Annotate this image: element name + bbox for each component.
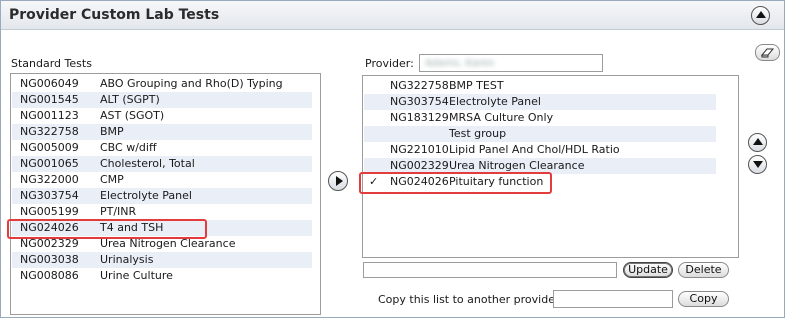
test-name: AST (SGOT): [100, 109, 165, 122]
list-item[interactable]: NG303754 Electrolyte Panel: [12, 188, 312, 204]
test-code: NG183129: [390, 111, 449, 124]
provider-field[interactable]: Adams, Karen: [419, 54, 603, 72]
list-item[interactable]: NG322758 BMP: [12, 124, 312, 140]
test-code: NG001123: [20, 109, 79, 122]
standard-tests-list[interactable]: NG006049 ABO Grouping and Rho(D) Typing …: [10, 73, 321, 315]
test-code: NG003038: [20, 253, 79, 266]
test-code: NG001065: [20, 157, 79, 170]
move-down-icon[interactable]: [748, 155, 767, 174]
test-code: NG005009: [20, 141, 79, 154]
test-code: NG221010: [390, 143, 449, 156]
delete-button[interactable]: Delete: [678, 262, 729, 278]
test-name: Cholesterol, Total: [100, 157, 195, 170]
list-item[interactable]: NG183129 MRSA Culture Only: [364, 110, 716, 126]
copy-list-label: Copy this list to another provider: [378, 293, 560, 306]
test-code: NG001545: [20, 93, 79, 106]
test-name: ABO Grouping and Rho(D) Typing: [100, 77, 283, 90]
eraser-icon[interactable]: [755, 44, 780, 61]
test-code: NG303754: [390, 95, 449, 108]
list-item[interactable]: NG001545 ALT (SGPT): [12, 92, 312, 108]
test-name: Urine Culture: [100, 269, 173, 282]
highlight-standard-t4-tsh: [7, 219, 207, 239]
test-name: Electrolyte Panel: [100, 189, 192, 202]
test-code: NG322758: [390, 79, 449, 92]
panel-title: Provider Custom Lab Tests: [9, 7, 220, 23]
test-code: NG303754: [20, 189, 79, 202]
list-item[interactable]: Test group: [364, 126, 716, 142]
collapse-up-icon[interactable]: [751, 6, 770, 25]
test-name: MRSA Culture Only: [449, 111, 554, 124]
test-name: ALT (SGPT): [100, 93, 160, 106]
test-name: Electrolyte Panel: [449, 95, 541, 108]
lab-tests-panel: Provider Custom Lab Tests Standard Tests…: [0, 0, 785, 318]
test-name: CMP: [100, 173, 124, 186]
test-name: Urinalysis: [100, 253, 154, 266]
list-item[interactable]: NG001123 AST (SGOT): [12, 108, 312, 124]
test-name: Test group: [449, 127, 507, 140]
copy-button[interactable]: Copy: [678, 291, 729, 307]
list-item[interactable]: NG006049 ABO Grouping and Rho(D) Typing: [12, 76, 312, 92]
copy-provider-input[interactable]: [553, 290, 673, 308]
list-item[interactable]: NG003038 Urinalysis: [12, 252, 312, 268]
list-item[interactable]: NG008086 Urine Culture: [12, 268, 312, 284]
test-name: BMP TEST: [449, 79, 504, 92]
standard-tests-label: Standard Tests: [11, 57, 92, 70]
list-item[interactable]: NG005009 CBC w/diff: [12, 140, 312, 156]
test-name: Lipid Panel And Chol/HDL Ratio: [449, 143, 620, 156]
list-item[interactable]: NG005199 PT/INR: [12, 204, 312, 220]
test-name: PT/INR: [100, 205, 137, 218]
move-right-icon[interactable]: [328, 171, 348, 191]
list-item[interactable]: NG221010 Lipid Panel And Chol/HDL Ratio: [364, 142, 716, 158]
test-name-input[interactable]: [363, 262, 617, 278]
test-name: BMP: [100, 125, 124, 138]
highlight-provider-pituitary: [359, 172, 552, 194]
provider-name: Adams, Karen: [425, 58, 495, 69]
test-code: NG008086: [20, 269, 79, 282]
panel-header: Provider Custom Lab Tests: [1, 1, 784, 30]
test-code: NG005199: [20, 205, 79, 218]
test-code: NG006049: [20, 77, 79, 90]
update-button[interactable]: Update: [623, 262, 673, 278]
test-code: NG322758: [20, 125, 79, 138]
list-item[interactable]: NG001065 Cholesterol, Total: [12, 156, 312, 172]
move-up-icon[interactable]: [748, 133, 767, 152]
test-code: NG322000: [20, 173, 79, 186]
test-name: CBC w/diff: [100, 141, 157, 154]
list-item[interactable]: NG322758 BMP TEST: [364, 78, 716, 94]
list-item[interactable]: NG303754 Electrolyte Panel: [364, 94, 716, 110]
list-item[interactable]: NG322000 CMP: [12, 172, 312, 188]
provider-label: Provider:: [365, 57, 414, 70]
provider-tests-list[interactable]: NG322758 BMP TEST NG303754 Electrolyte P…: [362, 75, 739, 258]
